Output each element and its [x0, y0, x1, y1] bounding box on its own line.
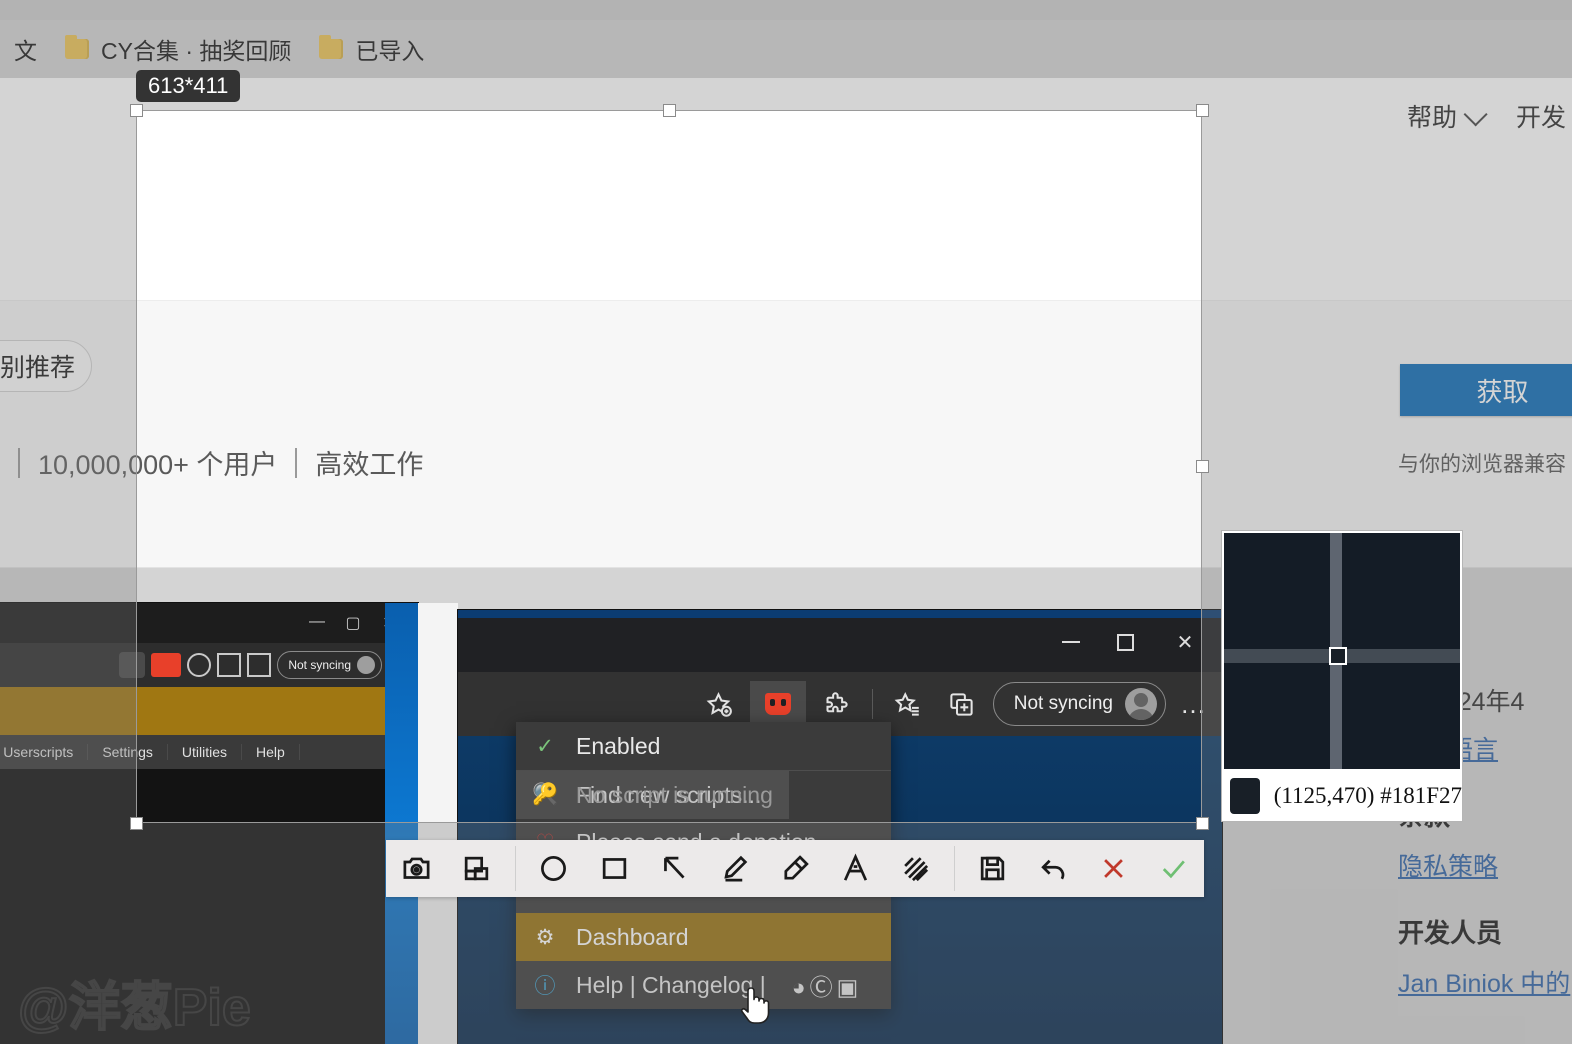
add-favorite-icon[interactable]: [696, 681, 742, 727]
marker-icon[interactable]: [765, 840, 825, 897]
color-picker-magnifier: (1125,470) #181F27: [1222, 531, 1462, 821]
annotation-toolbar: [386, 840, 1204, 897]
selection-handle-top-left[interactable]: [130, 104, 143, 117]
sync-status-label: Not syncing: [1014, 693, 1113, 715]
background-tab-4[interactable]: Help: [242, 744, 300, 760]
rectangle-icon[interactable]: [584, 840, 644, 897]
check-icon: ✓: [532, 734, 558, 759]
menu-item-no-script-label: No script is running: [576, 782, 773, 809]
stats-divider: [295, 448, 297, 478]
avatar: [357, 656, 375, 674]
undo-icon[interactable]: [1023, 840, 1083, 897]
mosaic-icon[interactable]: [885, 840, 945, 897]
sync-status-button[interactable]: Not syncing: [993, 682, 1166, 726]
menu-item-no-script: 🔑 No script is running: [516, 771, 789, 819]
toolbar-divider: [954, 846, 955, 891]
magnifier-viewport: [1224, 533, 1460, 769]
minimize-button[interactable]: [1048, 628, 1094, 656]
confirm-icon[interactable]: [1144, 840, 1204, 897]
menu-item-enabled-label: Enabled: [576, 733, 660, 760]
selection-handle-bottom-right[interactable]: [1196, 817, 1209, 830]
background-minimize-button[interactable]: —: [300, 613, 334, 631]
toolbar-divider: [872, 689, 873, 719]
collections-icon[interactable]: [939, 681, 985, 727]
color-swatch: [1230, 778, 1260, 814]
magnifier-readout: (1125,470) #181F27: [1222, 773, 1462, 819]
selection-handle-top-center[interactable]: [663, 104, 676, 117]
stats-tag: 高效工作: [315, 443, 423, 482]
background-sync-label: Not syncing: [288, 658, 351, 672]
avatar: [1125, 688, 1157, 720]
save-icon[interactable]: [963, 840, 1023, 897]
tampermonkey-icon[interactable]: [750, 681, 806, 727]
favorites-icon[interactable]: [217, 653, 241, 677]
text-icon[interactable]: [825, 840, 885, 897]
selection-handle-bottom-left[interactable]: [130, 817, 143, 830]
script-icon: 🔑: [532, 783, 558, 807]
toolbar-divider: [515, 846, 516, 891]
capture-window-icon[interactable]: [386, 840, 446, 897]
favorites-icon[interactable]: [885, 681, 931, 727]
maximize-button[interactable]: [1102, 628, 1148, 656]
selection-handle-top-right[interactable]: [1196, 104, 1209, 117]
selection-handle-middle-right[interactable]: [1196, 460, 1209, 473]
titlebar-accent: [458, 610, 1222, 618]
color-readout-text: (1125,470) #181F27: [1274, 783, 1462, 809]
extensions-icon[interactable]: [187, 653, 211, 677]
magnifier-target-pixel: [1329, 647, 1347, 665]
selection-size-tooltip: 613*411: [136, 70, 240, 102]
cancel-icon[interactable]: [1083, 840, 1143, 897]
background-tab-3[interactable]: Utilities: [168, 744, 242, 760]
collections-icon[interactable]: [247, 653, 271, 677]
arrow-icon[interactable]: [644, 840, 704, 897]
mouse-cursor: [737, 983, 771, 1032]
dim-overlay-left: [0, 110, 136, 823]
ellipse-icon[interactable]: [524, 840, 584, 897]
background-sync-status[interactable]: Not syncing: [277, 651, 382, 679]
menu-item-enabled[interactable]: ✓ Enabled: [516, 722, 891, 770]
tampermonkey-icon[interactable]: [151, 653, 181, 677]
window-titlebar: ✕: [458, 610, 1222, 672]
background-maximize-button[interactable]: ▢: [336, 613, 370, 633]
extensions-icon[interactable]: [814, 681, 860, 727]
pin-window-icon[interactable]: [446, 840, 506, 897]
pen-icon[interactable]: [705, 840, 765, 897]
